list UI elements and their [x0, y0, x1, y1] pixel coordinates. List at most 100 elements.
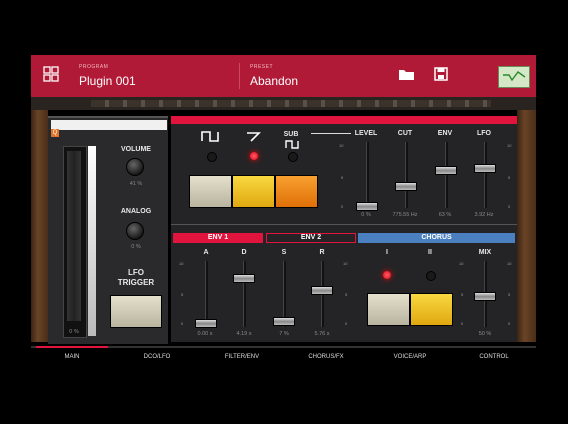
pitch-icon[interactable]: Q: [51, 129, 59, 137]
chorus-i-button[interactable]: [367, 293, 410, 326]
folder-icon[interactable]: [398, 67, 416, 82]
pulse-wave-icon: [201, 131, 219, 142]
analog-value: 0 %: [131, 244, 141, 250]
decay-label: D: [241, 249, 247, 256]
decay-value: 4.19 s: [236, 331, 252, 337]
panel-strip: [51, 120, 167, 130]
lfo-label: LFO: [477, 130, 491, 137]
mix-scale-bottom: 0: [461, 321, 464, 326]
wood-side-left: [31, 110, 48, 342]
header-bar: PROGRAM Plugin 001 PRESET Abandon: [31, 55, 536, 97]
mix-value: 50 %: [478, 331, 492, 337]
decay-slider[interactable]: [233, 274, 255, 283]
chorus-header: CHORUS: [358, 233, 515, 243]
env-scale-top-right: 10: [343, 261, 348, 266]
lfo-slider[interactable]: [474, 164, 496, 173]
mix-label: MIX: [478, 249, 492, 256]
tab-chorus-fx[interactable]: CHORUS/FX: [290, 354, 362, 360]
tab-control[interactable]: CONTROL: [458, 354, 530, 360]
scale-bottom-left: 0: [341, 204, 344, 209]
cut-slider[interactable]: [395, 182, 417, 191]
cut-rail: [405, 142, 408, 208]
screen-toggle-button[interactable]: [498, 66, 530, 88]
attack-rail: [205, 261, 208, 327]
chorus-ii-led: [426, 271, 436, 281]
sub-label: SUB: [283, 131, 299, 138]
lfo-trigger-button[interactable]: [110, 295, 162, 328]
scale-top-left: 10: [339, 143, 344, 148]
level-slider[interactable]: [356, 202, 378, 211]
pulse-button[interactable]: [189, 175, 232, 208]
chorus-ii-button[interactable]: [410, 293, 453, 326]
active-tab-indicator: [36, 346, 108, 348]
lfo-trigger-label: LFO TRIGGER: [117, 268, 155, 287]
dco-header-bar: [171, 116, 517, 124]
env-label: ENV: [437, 130, 453, 137]
mix-scale-top: 10: [459, 261, 464, 266]
divider: [239, 63, 240, 89]
scale-mid-right: 5: [508, 175, 511, 180]
waveform-icon: [503, 71, 526, 82]
release-label: R: [319, 249, 325, 256]
sustain-value: 7 %: [279, 331, 289, 337]
preset-label: PRESET: [250, 64, 274, 70]
preset-name[interactable]: Abandon: [250, 74, 298, 88]
mix-scale-mid-right: 5: [508, 292, 511, 297]
wood-side-right: [517, 110, 536, 342]
release-value: 5.76 s: [314, 331, 330, 337]
env-slider[interactable]: [435, 166, 457, 175]
level-label: LEVEL: [354, 130, 378, 137]
cut-label: CUT: [397, 130, 413, 137]
env-rail: [445, 142, 448, 208]
attack-slider[interactable]: [195, 319, 217, 328]
performance-panel: Q 0 % VOLUME 41 % ANALOG 0 % LFO TRIGGER: [48, 116, 168, 344]
sub-led: [288, 152, 298, 162]
pulse-led: [207, 152, 217, 162]
tab-voice-arp[interactable]: VOICE/ARP: [374, 354, 446, 360]
scale-mid-left: 5: [341, 175, 344, 180]
grid-icon[interactable]: [43, 66, 59, 82]
program-name[interactable]: Plugin 001: [79, 74, 136, 88]
lfo-rail: [484, 142, 487, 208]
volume-value: 41 %: [129, 181, 143, 187]
bend-indicator: [88, 146, 96, 336]
env-scale-bottom: 0: [181, 321, 184, 326]
lfo-value: 3.92 Hz: [474, 212, 494, 218]
mix-slider[interactable]: [474, 292, 496, 301]
mix-scale-top-right: 10: [507, 261, 512, 266]
chorus-i-led: [383, 271, 391, 279]
sustain-label: S: [281, 249, 287, 256]
env-value: 63 %: [438, 212, 452, 218]
sub-button[interactable]: [275, 175, 318, 208]
chorus-i-label: I: [386, 249, 388, 256]
volume-knob[interactable]: [126, 158, 144, 176]
chorus-ii-label: II: [428, 249, 432, 256]
pitch-bend-wheel[interactable]: [63, 146, 87, 338]
attack-label: A: [203, 249, 209, 256]
env-scale-mid: 5: [181, 292, 184, 297]
release-slider[interactable]: [311, 286, 333, 295]
scale-bottom-right: 0: [508, 204, 511, 209]
sustain-slider[interactable]: [273, 317, 295, 326]
scale-top-right: 10: [507, 143, 512, 148]
synth-panel: SUB LEVEL CUT ENV LFO 10 5 0 10 5 0 0 % …: [171, 116, 517, 342]
decay-rail: [243, 261, 246, 327]
env-scale-bottom-right: 0: [345, 321, 348, 326]
env-scale-top: 10: [179, 261, 184, 266]
cut-value: 775.55 Hz: [392, 212, 418, 218]
env1-tab[interactable]: ENV 1: [173, 233, 263, 243]
analog-knob[interactable]: [126, 222, 144, 240]
tab-main[interactable]: MAIN: [36, 354, 108, 360]
save-icon[interactable]: [434, 67, 448, 81]
env2-tab[interactable]: ENV 2: [266, 233, 356, 243]
saw-button[interactable]: [232, 175, 275, 208]
program-label: PROGRAM: [79, 64, 109, 70]
env-scale-mid-right: 5: [345, 292, 348, 297]
mix-scale-bottom-right: 0: [508, 321, 511, 326]
tab-filter-env[interactable]: FILTER/ENV: [206, 354, 278, 360]
saw-led: [250, 152, 258, 160]
level-value: 0 %: [361, 212, 371, 218]
tab-dco-lfo[interactable]: DCO/LFO: [121, 354, 193, 360]
sub-square-icon: [285, 140, 299, 149]
divider: [171, 224, 517, 225]
